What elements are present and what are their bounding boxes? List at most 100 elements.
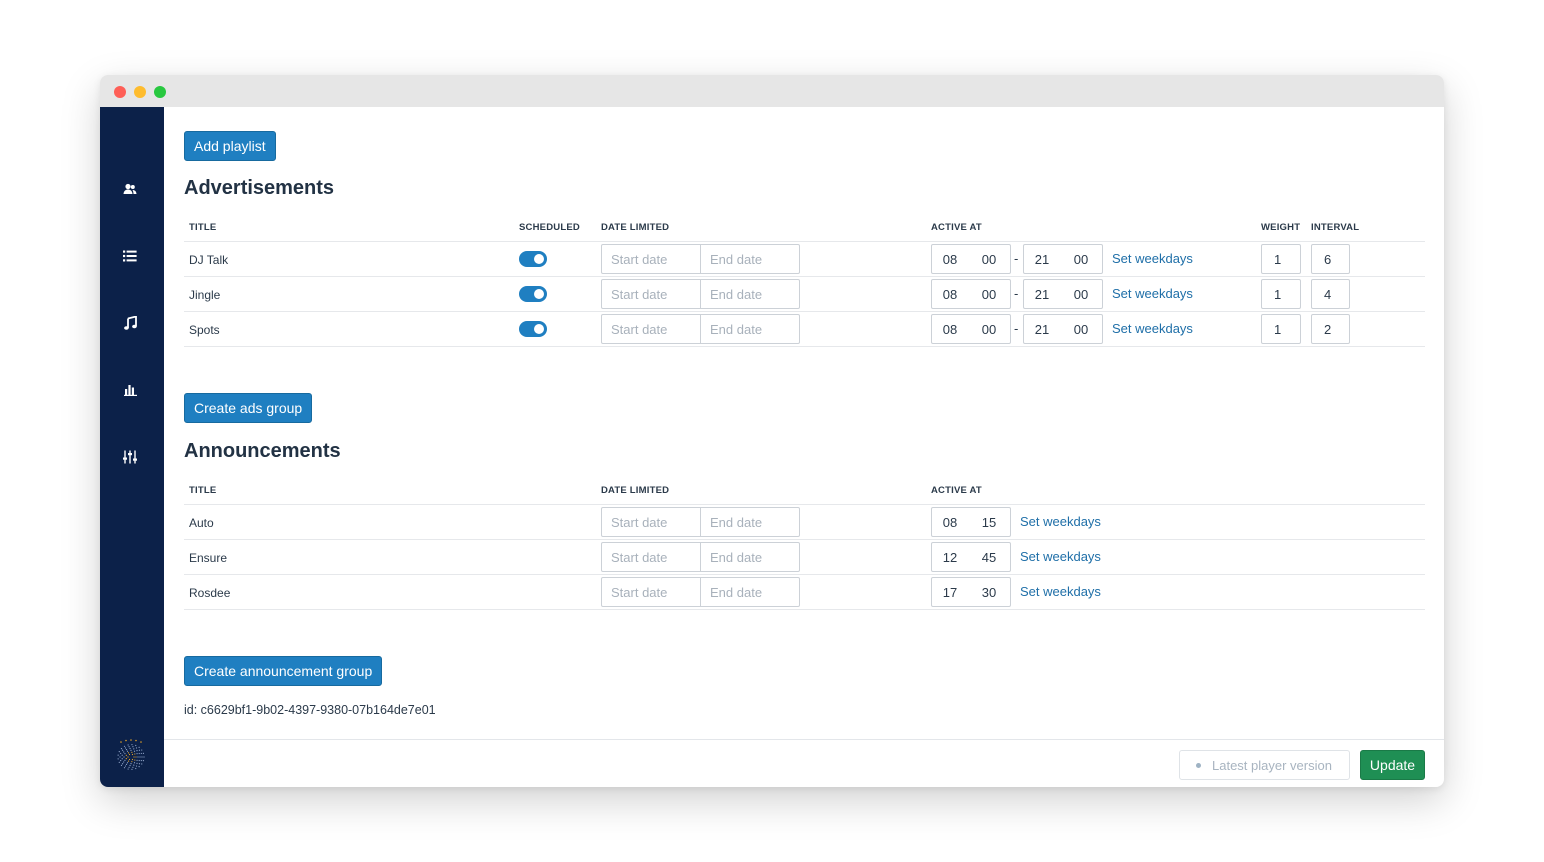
end-date-input[interactable] (701, 280, 799, 308)
row-title: Ensure (189, 551, 228, 565)
column-header-scheduled: SCHEDULED (519, 222, 580, 233)
advertisements-heading: Advertisements (184, 177, 335, 199)
weight-input[interactable] (1261, 279, 1301, 309)
column-header-title: TITLE (189, 222, 217, 233)
to-hour-input[interactable] (1027, 315, 1057, 343)
minimize-window-button[interactable] (134, 86, 146, 98)
footer-bar: Latest player version Update (164, 739, 1444, 787)
minute-input[interactable] (974, 508, 1004, 536)
from-hour-input[interactable] (935, 315, 965, 343)
toggle-knob (534, 289, 544, 299)
table-row: DJ Talk - Set weekdays (184, 241, 1425, 276)
table-row: Ensure Set weekdays (184, 539, 1425, 574)
from-hour-input[interactable] (935, 245, 965, 273)
column-header-active-at: ACTIVE AT (931, 485, 982, 496)
column-header-title: TITLE (189, 485, 217, 496)
hour-input[interactable] (935, 543, 965, 571)
end-date-input[interactable] (701, 578, 799, 606)
interval-input[interactable] (1311, 244, 1350, 274)
create-ads-group-button[interactable]: Create ads group (184, 393, 313, 423)
start-date-input[interactable] (602, 578, 701, 606)
bar-chart-icon[interactable] (120, 380, 140, 400)
sliders-icon[interactable] (120, 447, 140, 467)
active-to-time (1023, 279, 1103, 309)
to-minute-input[interactable] (1066, 315, 1096, 343)
title-bar (100, 75, 1444, 107)
active-at-time (931, 577, 1011, 607)
sidebar (100, 107, 164, 787)
active-to-time (1023, 244, 1103, 274)
time-range-dash: - (1014, 251, 1019, 266)
app-window: Add playlist Advertisements TITLE SCHEDU… (100, 75, 1444, 787)
minute-input[interactable] (974, 578, 1004, 606)
active-from-time (931, 244, 1011, 274)
to-minute-input[interactable] (1066, 245, 1096, 273)
player-version-button[interactable]: Latest player version (1179, 750, 1350, 780)
active-from-time (931, 314, 1011, 344)
music-note-icon[interactable] (120, 313, 140, 333)
date-range (601, 507, 800, 537)
hour-input[interactable] (935, 508, 965, 536)
column-header-interval: INTERVAL (1311, 222, 1360, 233)
active-from-time (931, 279, 1011, 309)
close-window-button[interactable] (114, 86, 126, 98)
row-title: DJ Talk (189, 253, 229, 267)
interval-input[interactable] (1311, 279, 1350, 309)
users-icon[interactable] (120, 179, 140, 199)
date-range (601, 244, 800, 274)
scheduled-toggle[interactable] (519, 286, 547, 302)
date-range (601, 577, 800, 607)
set-weekdays-link[interactable]: Set weekdays (1112, 321, 1193, 336)
scheduled-toggle[interactable] (519, 251, 547, 267)
update-button[interactable]: Update (1360, 750, 1425, 780)
status-dot-icon (1196, 763, 1201, 768)
start-date-input[interactable] (602, 543, 701, 571)
row-title: Rosdee (189, 586, 231, 600)
to-hour-input[interactable] (1027, 280, 1057, 308)
end-date-input[interactable] (701, 315, 799, 343)
row-title: Auto (189, 516, 214, 530)
weight-input[interactable] (1261, 244, 1301, 274)
to-hour-input[interactable] (1027, 245, 1057, 273)
set-weekdays-link[interactable]: Set weekdays (1020, 549, 1101, 564)
maximize-window-button[interactable] (154, 86, 166, 98)
active-at-time (931, 542, 1011, 572)
from-minute-input[interactable] (974, 315, 1004, 343)
column-header-active-at: ACTIVE AT (931, 222, 982, 233)
table-row: Auto Set weekdays (184, 504, 1425, 539)
set-weekdays-link[interactable]: Set weekdays (1020, 584, 1101, 599)
start-date-input[interactable] (602, 508, 701, 536)
add-playlist-button[interactable]: Add playlist (184, 131, 276, 161)
date-range (601, 279, 800, 309)
list-icon[interactable] (120, 246, 140, 266)
logo-icon (117, 739, 145, 771)
date-range (601, 314, 800, 344)
time-range-dash: - (1014, 286, 1019, 301)
from-minute-input[interactable] (974, 245, 1004, 273)
start-date-input[interactable] (602, 315, 701, 343)
set-weekdays-link[interactable]: Set weekdays (1112, 251, 1193, 266)
column-header-date-limited: DATE LIMITED (601, 222, 670, 233)
from-minute-input[interactable] (974, 280, 1004, 308)
set-weekdays-link[interactable]: Set weekdays (1020, 514, 1101, 529)
active-to-time (1023, 314, 1103, 344)
playlist-id-text: id: c6629bf1-9b02-4397-9380-07b164de7e01 (184, 703, 436, 717)
set-weekdays-link[interactable]: Set weekdays (1112, 286, 1193, 301)
to-minute-input[interactable] (1066, 280, 1096, 308)
scheduled-toggle[interactable] (519, 321, 547, 337)
from-hour-input[interactable] (935, 280, 965, 308)
weight-input[interactable] (1261, 314, 1301, 344)
row-title: Jingle (189, 288, 221, 302)
time-range-dash: - (1014, 321, 1019, 336)
active-at-time (931, 507, 1011, 537)
interval-input[interactable] (1311, 314, 1350, 344)
hour-input[interactable] (935, 578, 965, 606)
start-date-input[interactable] (602, 245, 701, 273)
minute-input[interactable] (974, 543, 1004, 571)
end-date-input[interactable] (701, 508, 799, 536)
end-date-input[interactable] (701, 245, 799, 273)
start-date-input[interactable] (602, 280, 701, 308)
end-date-input[interactable] (701, 543, 799, 571)
player-version-label: Latest player version (1212, 758, 1332, 773)
create-announcement-group-button[interactable]: Create announcement group (184, 656, 383, 686)
